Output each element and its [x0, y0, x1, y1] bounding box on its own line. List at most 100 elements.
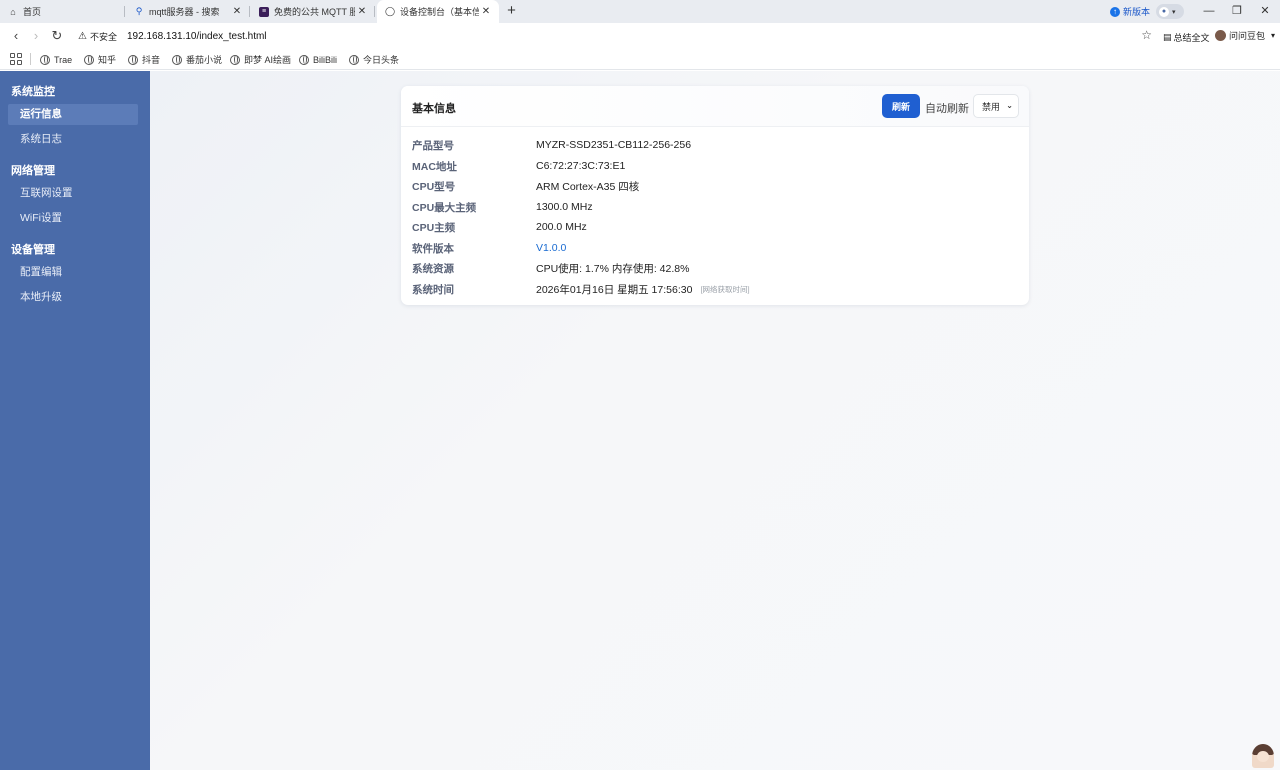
- new-tab-button[interactable]: +: [503, 3, 520, 20]
- tab-label: 免费的公共 MQTT 服务: [274, 7, 355, 17]
- close-icon[interactable]: ✕: [479, 5, 493, 19]
- info-label: MAC地址: [412, 160, 457, 173]
- browser-tab-bar: ⌂ 首页 ⚲ mqtt服务器 - 搜索 ✕ ≡ 免费的公共 MQTT 服务 ✕ …: [0, 0, 1280, 23]
- auto-refresh-select[interactable]: 禁用 ⌄: [973, 94, 1019, 118]
- sidebar-group-title: 设备管理: [11, 244, 55, 256]
- card-header: 基本信息 刷新 自动刷新 禁用 ⌄: [401, 86, 1029, 127]
- window-close-button[interactable]: ✕: [1256, 3, 1274, 19]
- close-icon[interactable]: ✕: [230, 5, 244, 19]
- bookmark-label: BiliBili: [313, 54, 338, 65]
- summary-button[interactable]: ▤ 总结全文: [1163, 31, 1210, 44]
- url-text[interactable]: 192.168.131.10/index_test.html: [127, 31, 267, 42]
- info-label: 软件版本: [412, 242, 454, 255]
- doubao-label: 问问豆包: [1229, 31, 1266, 41]
- basic-info-card: 基本信息 刷新 自动刷新 禁用 ⌄ 产品型号 MYZR-SSD2351-CB11…: [401, 86, 1029, 305]
- info-label: 系统时间: [412, 283, 454, 296]
- sidebar-item-wifi-settings[interactable]: WiFi设置: [8, 208, 138, 229]
- auto-refresh-value: 禁用: [982, 101, 1001, 112]
- info-label: 系统资源: [412, 262, 454, 275]
- profile-button[interactable]: ● ▾: [1156, 4, 1184, 19]
- apps-grid-icon[interactable]: [10, 53, 22, 65]
- info-value: MYZR-SSD2351-CB112-256-256: [536, 139, 692, 151]
- globe-icon: [128, 54, 138, 65]
- info-row-cpu-freq: CPU主频 200.0 MHz: [412, 219, 587, 235]
- bookmark-item[interactable]: 知乎: [84, 53, 116, 66]
- time-source-note: [网络获取时间]: [700, 284, 750, 294]
- new-version-label: 新版本: [1123, 7, 1151, 17]
- tab-mqtt-search[interactable]: ⚲ mqtt服务器 - 搜索 ✕: [126, 0, 250, 23]
- globe-icon: ◯: [384, 6, 396, 16]
- globe-icon: [299, 54, 309, 65]
- tab-home[interactable]: ⌂ 首页: [0, 0, 125, 23]
- info-value: ARM Cortex-A35 四核: [536, 180, 640, 193]
- sidebar-group-title: 网络管理: [11, 165, 55, 177]
- info-label: 产品型号: [412, 139, 454, 152]
- bookmark-label: Trae: [54, 54, 73, 65]
- software-version-link[interactable]: V1.0.0: [536, 242, 566, 254]
- doubao-avatar-icon: [1215, 30, 1226, 41]
- refresh-button[interactable]: 刷新: [882, 94, 920, 118]
- info-row-cpu-max-freq: CPU最大主频 1300.0 MHz: [412, 199, 593, 215]
- globe-icon: [40, 54, 50, 65]
- back-button[interactable]: ‹: [8, 28, 24, 44]
- info-value: 1300.0 MHz: [536, 201, 593, 213]
- arrow-up-icon: ↑: [1110, 6, 1120, 17]
- bookmark-label: 番茄小说: [186, 55, 223, 65]
- reload-button[interactable]: ↻: [49, 28, 65, 44]
- bookmark-item[interactable]: Trae: [40, 53, 72, 66]
- globe-icon: [230, 54, 240, 65]
- star-icon[interactable]: ☆: [1141, 28, 1152, 42]
- chevron-down-icon: ▾: [1172, 8, 1176, 16]
- address-bar[interactable]: ⚠ 不安全 192.168.131.10/index_test.html ☆: [74, 26, 1156, 46]
- info-row-system-resources: 系统资源 CPU使用: 1.7% 内存使用: 42.8%: [412, 260, 689, 276]
- sidebar: 系统监控 运行信息 系统日志 网络管理 互联网设置 WiFi设置 设备管理 配置…: [0, 71, 150, 770]
- info-value: CPU使用: 1.7% 内存使用: 42.8%: [536, 262, 690, 275]
- sidebar-item-system-log[interactable]: 系统日志: [8, 129, 138, 150]
- sidebar-item-config-edit[interactable]: 配置编辑: [8, 262, 138, 283]
- info-row-cpu-model: CPU型号 ARM Cortex-A35 四核: [412, 178, 639, 194]
- info-value: 2026年01月16日 星期五 17:56:30: [536, 283, 693, 296]
- address-bar-row: ‹ › ↻ ⚠ 不安全 192.168.131.10/index_test.ht…: [0, 23, 1280, 49]
- info-row-software-version: 软件版本 V1.0.0: [412, 240, 566, 256]
- info-label: CPU型号: [412, 180, 456, 193]
- divider: [30, 53, 31, 65]
- doubao-button[interactable]: 问问豆包 ▾: [1215, 29, 1275, 42]
- bookmark-item[interactable]: 即梦 AI绘画: [230, 53, 291, 66]
- info-label: CPU主频: [412, 221, 456, 234]
- warning-icon: ⚠: [78, 30, 87, 42]
- bookmark-label: 今日头条: [363, 55, 400, 65]
- new-version-button[interactable]: ↑ 新版本: [1110, 5, 1150, 18]
- info-row-product-model: 产品型号 MYZR-SSD2351-CB112-256-256: [412, 137, 691, 153]
- minimize-button[interactable]: —: [1200, 3, 1218, 19]
- document-icon: ▤: [1163, 32, 1172, 42]
- bookmarks-bar: Trae 知乎 抖音 番茄小说 即梦 AI绘画 BiliBili 今日头条: [0, 49, 1280, 70]
- sidebar-group-title: 系统监控: [11, 86, 55, 98]
- globe-icon: [84, 54, 94, 65]
- forward-button[interactable]: ›: [28, 28, 44, 44]
- summary-label: 总结全文: [1173, 33, 1210, 43]
- bookmark-item[interactable]: 今日头条: [349, 53, 399, 66]
- doc-icon: ≡: [259, 6, 269, 17]
- info-label: CPU最大主频: [412, 201, 477, 214]
- restore-button[interactable]: ❐: [1228, 3, 1246, 19]
- sidebar-item-internet-settings[interactable]: 互联网设置: [8, 183, 138, 204]
- close-icon[interactable]: ✕: [355, 5, 369, 19]
- bookmark-item[interactable]: 抖音: [128, 53, 160, 66]
- auto-refresh-label: 自动刷新: [925, 103, 969, 115]
- tab-mqtt-public[interactable]: ≡ 免费的公共 MQTT 服务 ✕: [251, 0, 375, 23]
- bookmark-item[interactable]: 番茄小说: [172, 53, 222, 66]
- chevron-down-icon: ⌄: [1006, 101, 1013, 110]
- user-icon: ●: [1159, 6, 1169, 17]
- home-icon: ⌂: [10, 6, 16, 17]
- globe-icon: [349, 54, 359, 65]
- doubao-assistant-icon[interactable]: [1252, 744, 1274, 768]
- chevron-down-icon: ▾: [1271, 31, 1276, 40]
- bookmark-item[interactable]: BiliBili: [299, 53, 337, 66]
- bookmark-label: 即梦 AI绘画: [244, 55, 292, 65]
- info-row-mac-address: MAC地址 C6:72:27:3C:73:E1: [412, 158, 625, 174]
- sidebar-item-runtime-info[interactable]: 运行信息: [8, 104, 138, 125]
- search-icon: ⚲: [135, 6, 143, 16]
- tab-device-console[interactable]: ◯ 设备控制台（基本信息 ✕: [377, 0, 499, 23]
- card-title: 基本信息: [412, 103, 456, 115]
- sidebar-item-local-upgrade[interactable]: 本地升级: [8, 287, 138, 308]
